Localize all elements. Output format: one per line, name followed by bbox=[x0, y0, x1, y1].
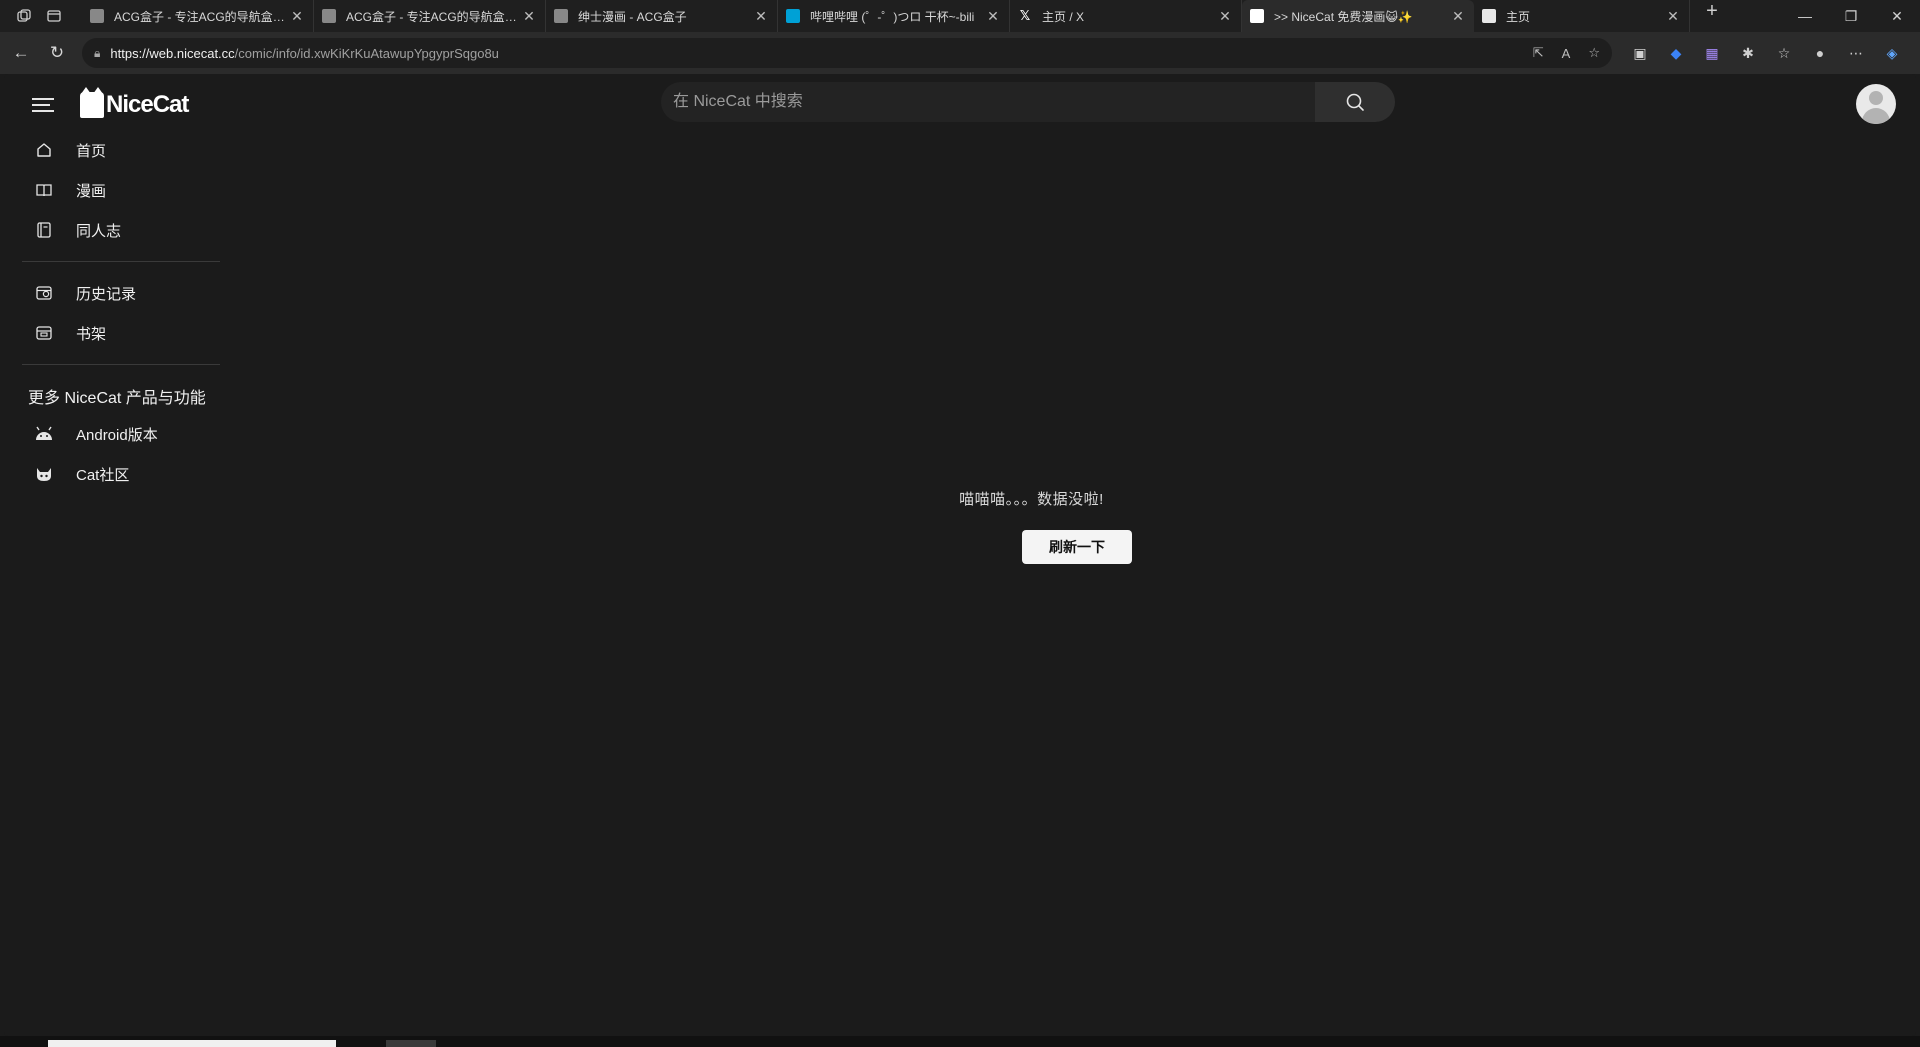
minimize-icon[interactable]: — bbox=[1782, 0, 1828, 32]
more-products-heading: 更多 NiceCat 产品与功能 bbox=[28, 390, 206, 407]
address-bar: ← ↻ 🔒︎ https://web.nicecat.cc /comic/inf… bbox=[0, 32, 1920, 74]
close-tab-icon[interactable]: ✕ bbox=[1665, 8, 1681, 25]
search-bar bbox=[661, 82, 1395, 122]
sidebar: 首页 漫画 同人志 历史记录 书架 更多 NiceCat 产品与功能 Andro… bbox=[22, 130, 220, 494]
tab-title: 哔哩哔哩 (゜-゜)つロ 干杯~-bili bbox=[810, 9, 975, 24]
extension-icon[interactable]: ▣ bbox=[1622, 45, 1658, 62]
extension-icon[interactable]: ▦ bbox=[1694, 45, 1730, 62]
notebook-icon bbox=[34, 220, 54, 240]
tab-title: 主页 bbox=[1506, 9, 1531, 24]
sidebar-item-label: 首页 bbox=[76, 142, 107, 160]
tab-title: ACG盒子 - 专注ACG的导航盒子_ bbox=[114, 9, 289, 24]
empty-state: 喵喵喵。。。数据没啦! bbox=[4, 488, 1916, 509]
cat-logo-icon bbox=[80, 87, 104, 118]
close-tab-icon[interactable]: ✕ bbox=[985, 8, 1001, 25]
x-favicon-icon: 𝕏 bbox=[1019, 8, 1031, 23]
cat-icon bbox=[34, 464, 54, 484]
open-in-app-icon[interactable]: ⇱ bbox=[1533, 45, 1544, 61]
empty-message: 喵喵喵。。。数据没啦! bbox=[959, 491, 1104, 508]
close-tab-icon[interactable]: ✕ bbox=[1450, 8, 1466, 25]
extensions-puzzle-icon[interactable]: ✱ bbox=[1730, 45, 1766, 62]
bookshelf-icon bbox=[34, 323, 54, 343]
sidebar-item-android[interactable]: Android版本 bbox=[22, 414, 220, 454]
sidebar-item-bookshelf[interactable]: 书架 bbox=[22, 313, 220, 353]
restore-icon[interactable]: ❐ bbox=[1828, 0, 1874, 32]
new-tab-button[interactable]: + bbox=[1696, 0, 1728, 32]
logo-text: NiceCat bbox=[106, 91, 189, 118]
browser-tab[interactable]: 哔哩哔哩 (゜-゜)つロ 干杯~-bili ✕ bbox=[778, 0, 1010, 32]
page-content: NiceCat 首页 漫画 同人志 历史记录 书架 bbox=[4, 74, 1916, 1036]
tab-title: 主页 / X bbox=[1042, 9, 1085, 24]
profile-icon[interactable]: ● bbox=[1802, 45, 1838, 61]
menu-icon[interactable] bbox=[32, 94, 54, 116]
search-icon bbox=[1346, 93, 1364, 111]
sidebar-item-label: Android版本 bbox=[76, 426, 158, 444]
sidebar-item-label: Cat社区 bbox=[76, 466, 130, 484]
favorite-star-icon[interactable]: ☆ bbox=[1588, 45, 1600, 61]
extension-icon[interactable]: ◆ bbox=[1658, 45, 1694, 62]
reload-icon[interactable]: ↻ bbox=[42, 38, 72, 68]
toolbar-extensions: ▣ ◆ ▦ ✱ ☆ ● ⋯ ◈ bbox=[1622, 45, 1910, 62]
nicecat-logo[interactable]: NiceCat bbox=[80, 87, 189, 122]
home-icon bbox=[34, 140, 54, 160]
favorites-icon[interactable]: ☆ bbox=[1766, 45, 1802, 62]
sidebar-divider bbox=[22, 364, 220, 365]
tab-strip: ACG盒子 - 专注ACG的导航盒子_ ✕ ACG盒子 - 专注ACG的导航盒子_… bbox=[82, 0, 1728, 32]
refresh-button[interactable]: 刷新一下 bbox=[1022, 530, 1132, 564]
tab-title: 绅士漫画 - ACG盒子 bbox=[578, 9, 687, 24]
close-tab-icon[interactable]: ✕ bbox=[753, 8, 769, 25]
browser-tab[interactable]: 绅士漫画 - ACG盒子 ✕ bbox=[546, 0, 778, 32]
tab-title: >> NiceCat 免费漫画😺✨ bbox=[1274, 9, 1413, 24]
sidebar-item-comics[interactable]: 漫画 bbox=[22, 170, 220, 210]
url-field[interactable]: 🔒︎ https://web.nicecat.cc /comic/info/id… bbox=[82, 38, 1612, 68]
taskbar-edge bbox=[0, 1036, 1920, 1047]
window-controls: — ❐ ✕ bbox=[1782, 0, 1920, 32]
history-icon bbox=[34, 283, 54, 303]
sidebar-item-label: 历史记录 bbox=[76, 285, 137, 303]
lock-icon[interactable]: 🔒︎ bbox=[94, 46, 100, 61]
search-button[interactable] bbox=[1315, 82, 1395, 122]
book-icon bbox=[34, 180, 54, 200]
close-tab-icon[interactable]: ✕ bbox=[1217, 8, 1233, 25]
browser-tab-active[interactable]: >> NiceCat 免费漫画😺✨ ✕ bbox=[1242, 0, 1474, 32]
more-menu-icon[interactable]: ⋯ bbox=[1838, 45, 1874, 62]
nicecat-favicon-icon bbox=[1250, 9, 1264, 23]
vertical-tabs-icon[interactable] bbox=[40, 2, 68, 30]
url-host: https://web.nicecat.cc bbox=[110, 45, 235, 61]
android-icon bbox=[34, 424, 54, 444]
sidebar-item-label: 漫画 bbox=[76, 182, 107, 200]
browser-tab[interactable]: 𝕏 主页 / X ✕ bbox=[1010, 0, 1242, 32]
back-icon[interactable]: ← bbox=[6, 38, 36, 68]
site-favicon-icon bbox=[1482, 9, 1496, 23]
read-aloud-icon[interactable]: A bbox=[1562, 46, 1571, 61]
site-favicon-icon bbox=[322, 9, 336, 23]
browser-tab[interactable]: ACG盒子 - 专注ACG的导航盒子_ ✕ bbox=[82, 0, 314, 32]
browser-tab-bar: ACG盒子 - 专注ACG的导航盒子_ ✕ ACG盒子 - 专注ACG的导航盒子_… bbox=[0, 0, 1920, 32]
browser-tab[interactable]: 主页 ✕ bbox=[1474, 0, 1690, 32]
site-favicon-icon bbox=[554, 9, 568, 23]
sidebar-item-history[interactable]: 历史记录 bbox=[22, 273, 220, 313]
close-tab-icon[interactable]: ✕ bbox=[521, 8, 537, 25]
sidebar-item-label: 同人志 bbox=[76, 222, 122, 240]
close-window-icon[interactable]: ✕ bbox=[1874, 0, 1920, 32]
close-tab-icon[interactable]: ✕ bbox=[289, 8, 305, 25]
sidebar-item-doujinshi[interactable]: 同人志 bbox=[22, 210, 220, 250]
workspaces-icon[interactable] bbox=[10, 2, 38, 30]
browser-tab[interactable]: ACG盒子 - 专注ACG的导航盒子_ ✕ bbox=[314, 0, 546, 32]
user-avatar[interactable] bbox=[1856, 84, 1896, 124]
sidebar-divider bbox=[22, 261, 220, 262]
sidebar-item-home[interactable]: 首页 bbox=[22, 130, 220, 170]
sidebar-item-label: 书架 bbox=[76, 325, 107, 343]
site-favicon-icon bbox=[90, 9, 104, 23]
url-path: /comic/info/id.xwKiKrKuAtawupYpgyprSqgo8… bbox=[234, 45, 499, 61]
bilibili-favicon-icon bbox=[786, 9, 800, 23]
search-input[interactable] bbox=[661, 82, 1315, 122]
copilot-icon[interactable]: ◈ bbox=[1874, 45, 1910, 62]
tab-title: ACG盒子 - 专注ACG的导航盒子_ bbox=[346, 9, 521, 24]
